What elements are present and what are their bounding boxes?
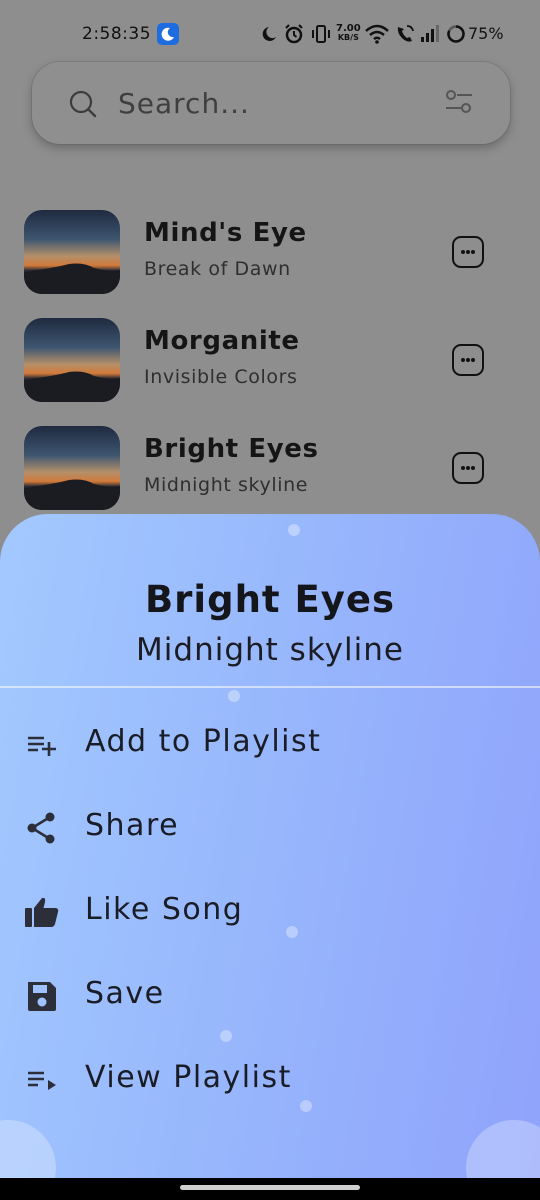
decorative-dot [228, 690, 240, 702]
menu-item-label: Add to Playlist [85, 724, 322, 759]
search-bar[interactable]: Search... [32, 62, 510, 144]
thumb-up-icon [25, 897, 59, 927]
network-speed: 7.00 KB/S [336, 23, 361, 43]
sheet-song-artist: Midnight skyline [136, 632, 404, 668]
song-artist: Midnight skyline [144, 474, 309, 496]
home-gesture-handle[interactable] [180, 1185, 360, 1190]
menu-item-share[interactable]: Share [0, 792, 540, 862]
album-art [24, 318, 120, 402]
search-icon [69, 90, 97, 118]
decorative-circle [0, 1120, 56, 1178]
menu-item-add-to-playlist[interactable]: Add to Playlist [0, 708, 540, 778]
menu-item-label: Share [85, 808, 180, 843]
more-options-button[interactable] [452, 344, 484, 376]
decorative-dot [220, 1030, 232, 1042]
more-options-button[interactable] [452, 452, 484, 484]
decorative-circle [466, 1120, 540, 1178]
decorative-dot [288, 524, 300, 536]
song-artist: Invisible Colors [144, 366, 298, 388]
song-title: Mind's Eye [144, 218, 307, 248]
song-title: Morganite [144, 326, 300, 356]
song-list-item[interactable]: Mind's Eye Break of Dawn [0, 210, 540, 296]
sheet-song-title: Bright Eyes [144, 578, 396, 621]
signal-icon [421, 25, 439, 42]
battery-percentage: 75% [468, 24, 504, 43]
menu-item-label: View Playlist [85, 1060, 292, 1095]
moon-icon [262, 27, 276, 41]
status-time: 2:58:35 [82, 24, 152, 44]
song-artist: Break of Dawn [144, 258, 291, 280]
network-speed-value: 7.00 [336, 23, 361, 34]
more-options-button[interactable] [452, 236, 484, 268]
alarm-icon [285, 24, 303, 44]
do-not-disturb-badge-icon [157, 23, 179, 45]
menu-item-like-song[interactable]: Like Song [0, 876, 540, 946]
menu-item-view-playlist[interactable]: View Playlist [0, 1044, 540, 1114]
share-icon [27, 812, 55, 844]
song-list-item[interactable]: Morganite Invisible Colors [0, 318, 540, 404]
wifi-icon [365, 24, 389, 44]
menu-item-label: Save [85, 976, 165, 1011]
divider [0, 686, 540, 688]
battery-icon [447, 25, 465, 43]
playlist-add-icon [28, 736, 56, 756]
song-options-sheet: Bright Eyes Midnight skyline Add to Play… [0, 514, 540, 1178]
wifi-calling-icon [397, 25, 414, 42]
vibrate-icon [312, 25, 330, 43]
menu-item-label: Like Song [85, 892, 244, 927]
save-icon [28, 982, 56, 1011]
filter-icon[interactable] [444, 88, 474, 116]
menu-item-save[interactable]: Save [0, 960, 540, 1030]
status-bar: 2:58:35 7.00 KB/S 75% [0, 0, 540, 68]
album-art [24, 210, 120, 294]
system-navigation-bar [0, 1178, 540, 1200]
album-art [24, 426, 120, 510]
playlist-play-icon [28, 1071, 56, 1090]
search-input[interactable]: Search... [118, 87, 250, 120]
network-speed-unit: KB/S [337, 33, 359, 42]
status-icons: 7.00 KB/S 75% [260, 20, 510, 48]
song-title: Bright Eyes [144, 434, 319, 464]
song-list-item[interactable]: Bright Eyes Midnight skyline [0, 426, 540, 512]
